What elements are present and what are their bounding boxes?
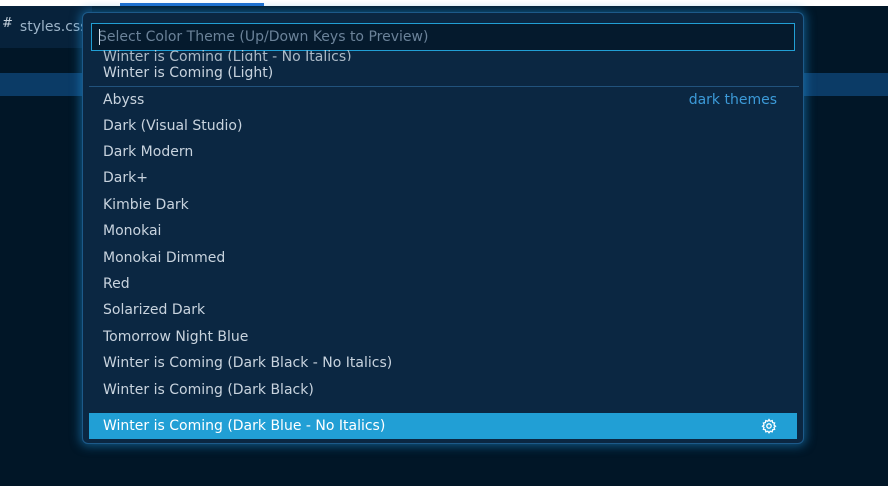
list-item[interactable]: Kimbie Dark <box>89 192 799 218</box>
text-caret <box>99 29 100 45</box>
css-file-icon: # <box>2 15 13 31</box>
theme-list[interactable]: Winter is Coming (Light - No Italics) Wi… <box>89 49 799 443</box>
list-item-label: Dark Modern <box>103 144 194 160</box>
list-item-label: Red <box>103 276 130 292</box>
search-input[interactable] <box>98 24 794 50</box>
list-item[interactable]: Dark (Visual Studio) <box>89 113 799 139</box>
group-label-dark-themes: dark themes <box>688 91 777 108</box>
list-item-label: Winter is Coming (Light) <box>103 65 274 81</box>
list-item-label: Winter is Coming (Dark Blue - No Italics… <box>103 418 386 434</box>
list-item[interactable]: Winter is Coming (Dark Black) <box>89 377 799 403</box>
search-box[interactable] <box>91 23 795 51</box>
list-item[interactable]: Tomorrow Night Blue <box>89 324 799 350</box>
color-theme-quick-pick: Winter is Coming (Light - No Italics) Wi… <box>82 12 804 444</box>
list-item[interactable]: Monokai <box>89 218 799 244</box>
list-item[interactable]: Abyss dark themes <box>89 86 799 112</box>
list-item-label: Solarized Dark <box>103 302 206 318</box>
list-item[interactable]: Monokai Dimmed <box>89 245 799 271</box>
list-item-label: Dark+ <box>103 170 148 186</box>
list-item[interactable]: Solarized Dark <box>89 297 799 323</box>
list-item[interactable]: Dark+ <box>89 165 799 191</box>
list-item[interactable]: Winter is Coming (Light) <box>89 60 799 86</box>
list-item-label: Monokai <box>103 223 162 239</box>
list-item-label: Abyss <box>103 91 145 108</box>
list-item[interactable]: Winter is Coming (Dark Black - No Italic… <box>89 350 799 376</box>
list-item-label: Kimbie Dark <box>103 197 189 213</box>
tab-styles-css[interactable]: # styles.css <box>0 6 92 48</box>
tab-label: styles.css <box>19 19 88 35</box>
list-item-label: Tomorrow Night Blue <box>103 329 249 345</box>
list-item-label: Dark (Visual Studio) <box>103 118 243 134</box>
list-item[interactable]: Dark Modern <box>89 139 799 165</box>
list-item[interactable]: Red <box>89 271 799 297</box>
list-item-label: Winter is Coming (Dark Black - No Italic… <box>103 355 393 371</box>
list-item-selected[interactable]: Winter is Coming (Dark Blue - No Italics… <box>89 413 797 439</box>
list-item-label: Monokai Dimmed <box>103 250 226 266</box>
gear-icon[interactable] <box>761 418 777 434</box>
list-item-label: Winter is Coming (Dark Black) <box>103 382 314 398</box>
